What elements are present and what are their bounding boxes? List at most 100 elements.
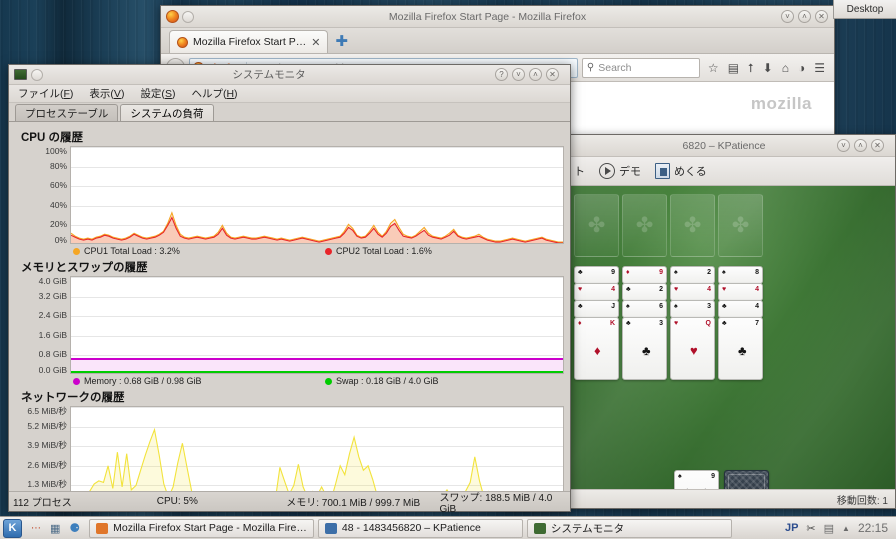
- file-manager-icon[interactable]: ▦: [50, 522, 60, 535]
- sysmon-titlebar[interactable]: システムモニタ ? ˅ ˄ ✕: [9, 65, 570, 85]
- cpu2-legend-label: CPU2 Total Load : 1.6%: [336, 246, 432, 256]
- gridline: [71, 336, 563, 337]
- free-cell-card[interactable]: ♠9♠♠♠♠♠♠♠: [674, 470, 719, 489]
- firefox-toolbar-icons[interactable]: ☆ ▤ ⭡ ⬇ ⌂ ◑ ☰: [704, 62, 829, 74]
- card-rank: 7: [755, 320, 759, 327]
- sysmon-window-buttons[interactable]: ? ˅ ˄ ✕: [495, 68, 565, 81]
- card-rank-suit: ♣: [626, 320, 631, 327]
- menu-hamburger-icon[interactable]: ☰: [814, 62, 825, 74]
- foundation-slot-1[interactable]: ✤: [622, 194, 667, 257]
- playing-card[interactable]: ♥4: [574, 283, 619, 301]
- browser-tab[interactable]: Mozilla Firefox Start P… ✕: [169, 30, 328, 53]
- network-plot-area: [70, 406, 564, 491]
- playing-card[interactable]: ♥4: [718, 283, 763, 301]
- pocket-icon[interactable]: ⭡: [748, 62, 754, 74]
- home-icon[interactable]: ⌂: [782, 62, 789, 74]
- search-box[interactable]: ⚲ Search: [582, 58, 700, 78]
- toolbar-truncated-item[interactable]: ト: [574, 163, 585, 179]
- close-button[interactable]: ✕: [546, 68, 559, 81]
- minimize-button[interactable]: ˅: [512, 68, 525, 81]
- window-menu-icon[interactable]: [31, 69, 43, 81]
- playing-card[interactable]: ♥4: [670, 283, 715, 301]
- stock-card-back[interactable]: [724, 470, 769, 489]
- tray-expand-icon[interactable]: ▲: [842, 524, 850, 533]
- network-history-chart: 0.0 MiB/秒1.3 MiB/秒2.6 MiB/秒3.9 MiB/秒5.2 …: [15, 406, 564, 491]
- play-icon: [599, 163, 615, 179]
- card-rank-suit: ♥: [674, 286, 678, 293]
- card-rank-suit: ♣: [722, 303, 727, 310]
- playing-card[interactable]: ♠8: [718, 266, 763, 284]
- task-list[interactable]: Mozilla Firefox Start Page - Mozilla Fir…: [89, 519, 736, 538]
- window-menu-icon[interactable]: [182, 11, 194, 23]
- clipboard-icon[interactable]: ✂: [806, 522, 815, 535]
- card-rank: 3: [659, 320, 663, 327]
- application-launcher-button[interactable]: K: [3, 519, 22, 538]
- menu-item-0[interactable]: ファイル(F): [18, 86, 73, 101]
- playing-card[interactable]: ♣9: [574, 266, 619, 284]
- y-tick-label: 1.3 MiB/秒: [27, 478, 67, 490]
- clock[interactable]: 22:15: [858, 521, 888, 535]
- help-button[interactable]: ?: [495, 68, 508, 81]
- playing-card[interactable]: ♣4: [718, 300, 763, 318]
- taskbar-task-0[interactable]: Mozilla Firefox Start Page - Mozilla Fir…: [89, 519, 314, 538]
- maximize-button[interactable]: ˄: [798, 10, 811, 23]
- playing-card[interactable]: ♠2: [670, 266, 715, 284]
- y-tick-label: 0%: [55, 235, 67, 245]
- process-count: 112 プロセス: [9, 494, 153, 509]
- close-button[interactable]: ✕: [815, 10, 828, 23]
- demo-button[interactable]: デモ: [599, 163, 641, 179]
- playing-card[interactable]: ♣J: [574, 300, 619, 318]
- sysmon-tab-1[interactable]: システムの負荷: [120, 104, 213, 121]
- tab-close-icon[interactable]: ✕: [311, 36, 320, 49]
- show-desktop-icon[interactable]: ⋯: [31, 523, 41, 534]
- firefox-tabbar[interactable]: Mozilla Firefox Start P… ✕ ✚: [161, 28, 834, 54]
- foundation-slot-3[interactable]: ✤: [718, 194, 763, 257]
- minimize-button[interactable]: ˅: [781, 10, 794, 23]
- quick-launch-area[interactable]: ⋯ ▦ ⚈: [22, 521, 89, 535]
- taskbar-task-1[interactable]: 48 - 1483456820 – KPatience: [318, 519, 523, 538]
- playing-card[interactable]: ♥Q♥: [670, 317, 715, 380]
- playing-card[interactable]: ♣2: [622, 283, 667, 301]
- playing-card[interactable]: ♠3: [670, 300, 715, 318]
- bookmark-star-icon[interactable]: ☆: [708, 62, 719, 74]
- sysmon-tabbar[interactable]: プロセステーブルシステムの負荷: [9, 103, 570, 122]
- foundation-slot-0[interactable]: ✤: [574, 194, 619, 257]
- move-count-label: 移動回数: 1: [837, 492, 888, 507]
- minimize-button[interactable]: ˅: [837, 139, 850, 152]
- memory-legend: Memory : 0.68 GiB / 0.98 GiB Swap : 0.18…: [73, 376, 564, 386]
- series-svg: [71, 407, 563, 491]
- deal-label: めくる: [674, 163, 707, 179]
- card-rank: 9: [611, 269, 615, 276]
- taskbar-task-2[interactable]: システムモニタ: [527, 519, 732, 538]
- playing-card[interactable]: ♦9: [622, 266, 667, 284]
- playing-card[interactable]: ♦K♦: [574, 317, 619, 380]
- playing-card[interactable]: ♣3♣: [622, 317, 667, 380]
- playing-card[interactable]: ♣7♣: [718, 317, 763, 380]
- memory-color-bullet: [73, 378, 80, 385]
- maximize-button[interactable]: ˄: [529, 68, 542, 81]
- keyboard-layout-indicator[interactable]: JP: [785, 522, 798, 534]
- taskbar[interactable]: K ⋯ ▦ ⚈ Mozilla Firefox Start Page - Moz…: [0, 516, 896, 539]
- menu-item-3[interactable]: ヘルプ(H): [191, 86, 237, 101]
- menu-item-2[interactable]: 設定(S): [140, 86, 175, 101]
- browser-launcher-icon[interactable]: ⚈: [69, 521, 80, 535]
- playing-card[interactable]: ♠6: [622, 300, 667, 318]
- downloads-icon[interactable]: ⬇: [763, 62, 773, 74]
- level-line: [71, 358, 563, 360]
- new-tab-icon[interactable]: ✚: [335, 34, 348, 49]
- maximize-button[interactable]: ˄: [854, 139, 867, 152]
- close-button[interactable]: ✕: [871, 139, 884, 152]
- sysmon-menubar[interactable]: ファイル(F) 表示(V) 設定(S) ヘルプ(H): [9, 85, 570, 103]
- reader-list-icon[interactable]: ▤: [728, 62, 739, 74]
- system-monitor-window[interactable]: システムモニタ ? ˅ ˄ ✕ ファイル(F)表示(V)設定(S)ヘルプ(H) …: [8, 64, 571, 512]
- firefox-window-buttons[interactable]: ˅ ˄ ✕: [781, 10, 834, 23]
- notes-icon[interactable]: ▤: [824, 522, 834, 535]
- foundation-slot-2[interactable]: ✤: [670, 194, 715, 257]
- sysmon-tab-0[interactable]: プロセステーブル: [15, 104, 118, 121]
- sync-icon[interactable]: ◑: [798, 62, 805, 74]
- deal-button[interactable]: めくる: [655, 163, 707, 179]
- kpatience-window-buttons[interactable]: ˅ ˄ ✕: [837, 139, 890, 152]
- firefox-titlebar[interactable]: Mozilla Firefox Start Page - Mozilla Fir…: [161, 6, 834, 28]
- system-tray[interactable]: JP ✂ ▤ ▲ 22:15: [785, 521, 893, 535]
- menu-item-1[interactable]: 表示(V): [89, 86, 124, 101]
